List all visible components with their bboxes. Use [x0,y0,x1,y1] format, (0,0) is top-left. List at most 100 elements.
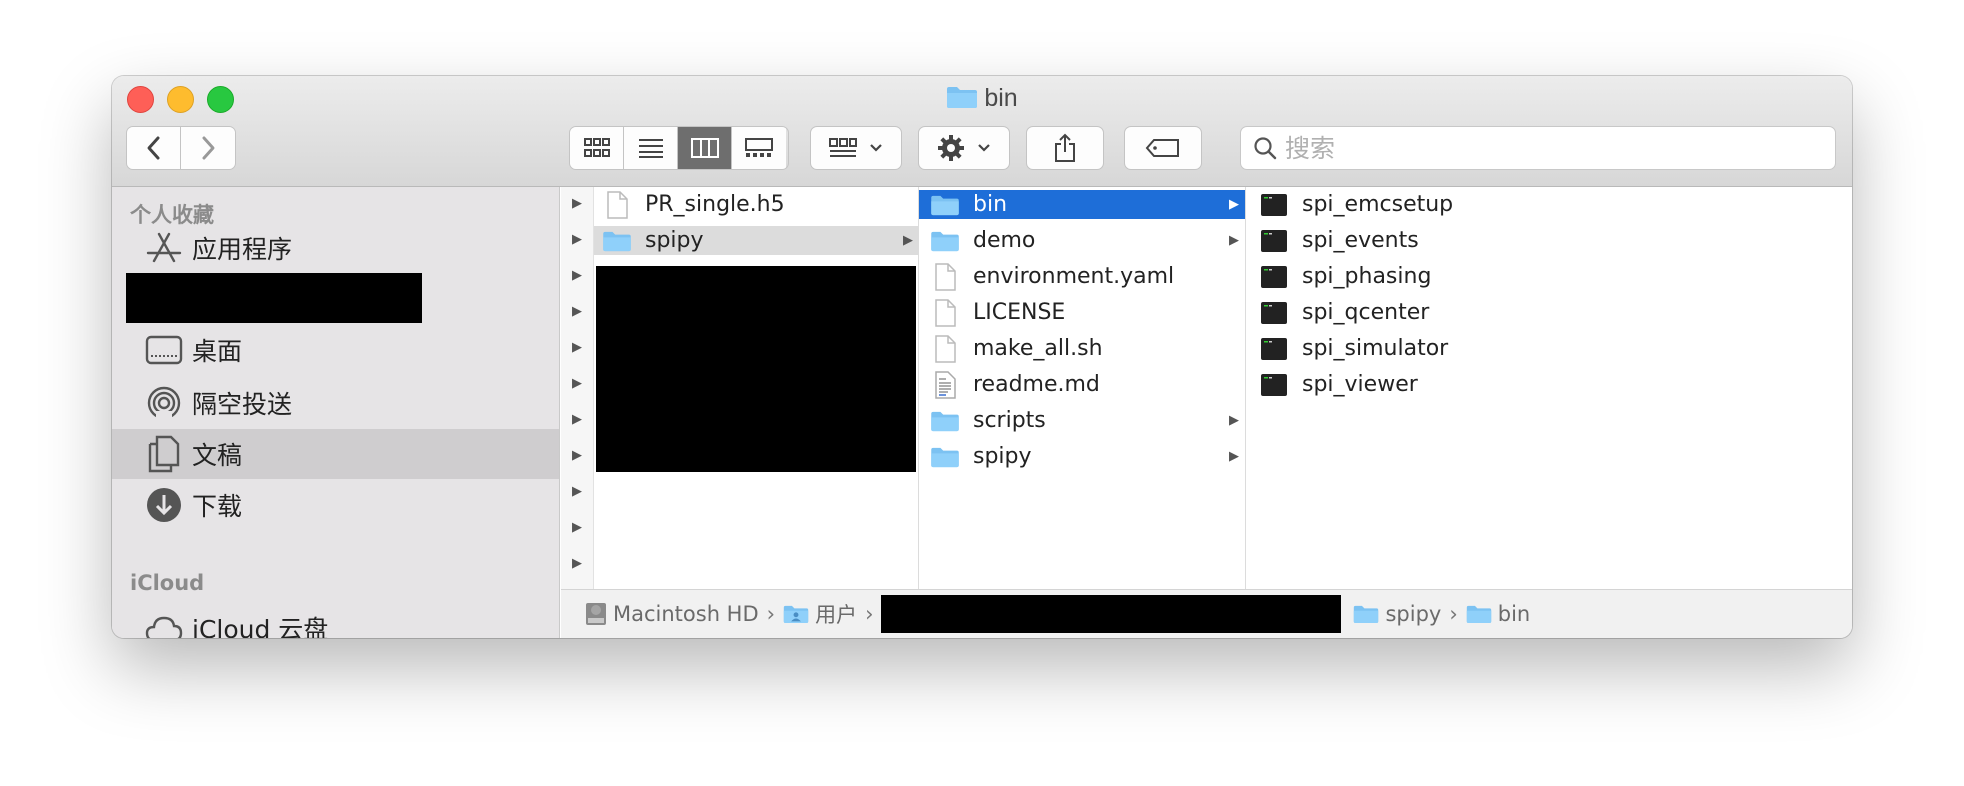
path-crumb-bin[interactable]: bin [1466,602,1530,626]
text-document-icon [929,370,961,399]
list-item[interactable]: spipy ▶ [919,442,1245,471]
chevron-left-icon [147,136,159,160]
list-item[interactable]: LICENSE [919,298,1245,327]
column-view-button[interactable] [678,127,732,169]
item-name: bin [973,192,1008,217]
sidebar-item-applications[interactable]: 应用程序 [112,223,559,273]
share-icon [1055,133,1075,162]
list-item[interactable]: readme.md [919,370,1245,399]
disclosure-arrow-icon[interactable]: ▶ [572,447,582,463]
item-name: scripts [973,408,1046,433]
disclosure-arrow-icon: ▶ [903,233,913,248]
icon-grid-icon [583,138,610,157]
item-name: make_all.sh [973,336,1103,361]
list-item[interactable]: demo ▶ [919,226,1245,255]
window-title-text: bin [984,84,1018,112]
edit-tags-button[interactable] [1124,126,1202,170]
path-crumb-users[interactable]: 用户 [783,599,857,629]
search-input[interactable] [1283,132,1807,164]
list-item[interactable]: spi_events [1246,226,1419,255]
list-item[interactable]: environment.yaml [919,262,1245,291]
disclosure-arrow-icon[interactable]: ▶ [572,483,582,499]
sidebar-item-label: 文稿 [192,441,243,470]
redacted-item [126,273,422,323]
gallery-view-button[interactable] [732,127,786,169]
folder-icon [1353,604,1379,624]
item-name: LICENSE [973,300,1066,325]
sidebar-item-label: 应用程序 [192,235,293,264]
previous-column-strip: ▶ ▶ ▶ ▶ ▶ ▶ ▶ ▶ ▶ ▶ ▶ [561,187,594,589]
group-icon [829,138,857,157]
disclosure-arrow-icon[interactable]: ▶ [572,303,582,319]
item-name: spi_phasing [1302,264,1432,289]
folder-icon [929,226,961,255]
terminal-executable-icon [1258,190,1290,219]
chevron-down-icon [870,144,882,152]
disclosure-arrow-icon[interactable]: ▶ [572,375,582,391]
desktop-icon [144,330,184,370]
documents-icon [144,434,184,474]
list-item[interactable]: spi_emcsetup [1246,190,1453,219]
tag-icon [1145,139,1179,157]
item-name: spi_simulator [1302,336,1449,361]
path-crumb-disk[interactable]: Macintosh HD [585,602,759,626]
sidebar-item-label: 桌面 [192,337,243,366]
list-item[interactable]: make_all.sh [919,334,1245,363]
path-crumb-spipy[interactable]: spipy [1353,602,1441,626]
item-name: spi_emcsetup [1302,192,1454,217]
search-field[interactable] [1240,126,1836,170]
group-by-button[interactable] [810,126,902,170]
column-2: bin ▶ demo ▶ environment.yaml LICENSE ma… [919,187,1246,589]
sidebar-item-desktop[interactable]: 桌面 [112,325,559,375]
sidebar-item-downloads[interactable]: 下载 [112,480,559,530]
finder-window: bin 搜索 个人收藏 应用程序 桌面 隔空投送 文稿 下载 iCloud iC… [112,76,1852,638]
list-item[interactable]: scripts ▶ [919,406,1245,435]
forward-button[interactable] [181,127,235,169]
item-name: PR_single.h5 [645,192,785,217]
list-item[interactable]: spi_viewer [1246,370,1418,399]
chevron-down-icon [978,144,990,152]
path-crumb-label: spipy [1385,602,1442,626]
folder-icon [929,190,961,219]
applications-icon [144,228,184,268]
disclosure-arrow-icon[interactable]: ▶ [572,411,582,427]
nav-buttons [126,126,236,170]
sidebar-item-airdrop[interactable]: 隔空投送 [112,378,559,428]
terminal-executable-icon [1258,226,1290,255]
sidebar-item-icloud-drive[interactable]: iCloud 云盘 [112,603,559,638]
list-item[interactable]: PR_single.h5 [601,190,918,219]
disclosure-arrow-icon[interactable]: ▶ [572,267,582,283]
path-crumb-label: bin [1497,602,1531,626]
airdrop-icon [144,383,184,423]
terminal-executable-icon [1258,262,1290,291]
list-item[interactable]: spi_simulator [1246,334,1448,363]
disclosure-arrow-icon[interactable]: ▶ [572,339,582,355]
disclosure-arrow-icon[interactable]: ▶ [572,555,582,571]
disclosure-arrow-icon[interactable]: ▶ [572,519,582,535]
disclosure-arrow-icon[interactable]: ▶ [572,195,582,211]
disclosure-arrow-icon: ▶ [1229,413,1239,428]
column-1: ▶ ▶ ▶ ▶ ▶ ▶ ▶ ▶ ▶ ▶ ▶ PR_single.h5 spipy… [561,187,919,589]
list-item[interactable]: bin ▶ [919,190,1245,219]
back-button[interactable] [127,127,181,169]
list-item[interactable]: spi_qcenter [1246,298,1429,327]
cloud-icon [144,608,184,638]
action-menu-button[interactable] [918,126,1010,170]
list-icon [638,139,663,158]
list-item[interactable]: spipy ▶ [594,226,918,255]
folder-icon [929,442,961,471]
list-item[interactable]: spi_phasing [1246,262,1431,291]
column-3: spi_emcsetup spi_events spi_phasing spi_… [1246,187,1852,589]
gallery-icon [745,138,773,157]
item-name: demo [973,228,1036,253]
list-view-button[interactable] [624,127,678,169]
sidebar-item-documents[interactable]: 文稿 [112,429,559,479]
document-icon [929,298,961,327]
toolbar: bin [112,76,1852,187]
redacted-path [881,595,1342,633]
folder-icon [929,406,961,435]
path-separator: › [1449,602,1458,626]
icon-view-button[interactable] [570,127,624,169]
disclosure-arrow-icon[interactable]: ▶ [572,231,582,247]
share-button[interactable] [1026,126,1104,170]
